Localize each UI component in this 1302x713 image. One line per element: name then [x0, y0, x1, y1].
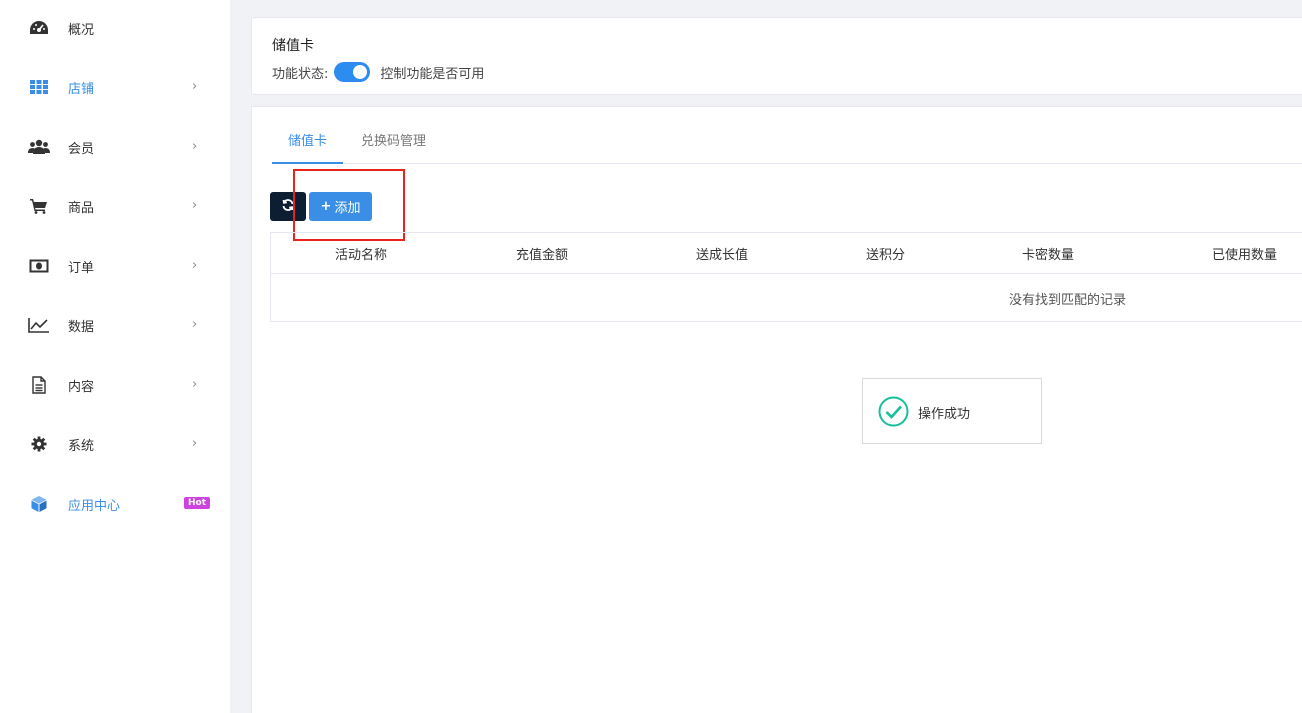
- feature-status-card: 储值卡 功能状态: 控制功能是否可用: [251, 17, 1302, 95]
- hot-badge: Hot: [184, 497, 211, 509]
- tab-stored-value-card[interactable]: 储值卡: [272, 131, 344, 164]
- gear-icon: [28, 434, 50, 454]
- sidebar-item-members[interactable]: 会员 ›: [0, 132, 230, 162]
- grid-icon: [28, 77, 50, 97]
- tab-bar: 储值卡 兑换码管理: [272, 131, 1302, 164]
- dashboard-icon: [28, 18, 50, 38]
- add-button-label: 添加: [334, 201, 361, 216]
- cart-icon: [28, 196, 50, 216]
- chevron-right-icon: ›: [192, 377, 198, 392]
- sidebar-item-app-center[interactable]: 应用中心 Hot: [0, 489, 230, 519]
- sidebar-item-label: 应用中心: [68, 498, 121, 514]
- sidebar-item-label: 店铺: [68, 81, 95, 97]
- status-row: 功能状态: 控制功能是否可用: [272, 62, 484, 82]
- tab-redeem-code-management[interactable]: 兑换码管理: [345, 131, 442, 164]
- sidebar-item-label: 商品: [68, 200, 95, 216]
- table-header: 活动名称 充值金额 送成长值 送积分 卡密数量 已使用数量: [271, 233, 1302, 274]
- column-header[interactable]: 已使用数量: [1212, 244, 1277, 263]
- sidebar-item-system[interactable]: 系统 ›: [0, 429, 230, 459]
- users-icon: [28, 137, 50, 157]
- toggle-description: 控制功能是否可用: [380, 66, 485, 82]
- sidebar-item-label: 数据: [68, 319, 95, 335]
- add-button[interactable]: + 添加: [309, 192, 372, 221]
- sidebar-item-label: 内容: [68, 379, 95, 395]
- sidebar-item-store[interactable]: 店铺 ›: [0, 72, 230, 102]
- data-table: 活动名称 充值金额 送成长值 送积分 卡密数量 已使用数量 没有找到匹配的记录: [270, 232, 1302, 322]
- column-header[interactable]: 送积分: [866, 244, 905, 263]
- chevron-right-icon: ›: [192, 317, 198, 332]
- chevron-right-icon: ›: [192, 198, 198, 213]
- feature-toggle[interactable]: [334, 62, 371, 82]
- sidebar-item-data[interactable]: 数据 ›: [0, 310, 230, 340]
- empty-message: 没有找到匹配的记录: [1009, 293, 1127, 308]
- sidebar-item-content[interactable]: 内容 ›: [0, 370, 230, 400]
- toast-message: 操作成功: [918, 407, 971, 422]
- money-icon: [28, 256, 50, 276]
- toggle-knob: [353, 65, 368, 79]
- refresh-icon: [282, 198, 294, 215]
- cube-icon: [28, 494, 50, 514]
- plus-icon: +: [320, 199, 332, 214]
- chevron-right-icon: ›: [192, 79, 198, 94]
- chevron-right-icon: ›: [192, 139, 198, 154]
- sidebar-item-label: 订单: [68, 260, 95, 276]
- success-toast: 操作成功: [862, 378, 1042, 444]
- line-chart-icon: [28, 315, 50, 335]
- page-title: 储值卡: [272, 38, 314, 54]
- chevron-right-icon: ›: [192, 436, 198, 451]
- column-header[interactable]: 卡密数量: [1022, 244, 1074, 263]
- status-label: 功能状态:: [272, 66, 329, 82]
- sidebar-item-label: 会员: [68, 141, 95, 157]
- sidebar-item-label: 概况: [68, 22, 95, 38]
- sidebar-item-goods[interactable]: 商品 ›: [0, 191, 230, 221]
- sidebar-item-label: 系统: [68, 438, 95, 454]
- document-icon: [28, 375, 50, 395]
- sidebar-item-overview[interactable]: 概况: [0, 13, 230, 43]
- chevron-right-icon: ›: [192, 258, 198, 273]
- column-header[interactable]: 送成长值: [696, 244, 748, 263]
- column-header[interactable]: 活动名称: [335, 244, 387, 263]
- sidebar-item-orders[interactable]: 订单 ›: [0, 251, 230, 281]
- table-empty-row: 没有找到匹配的记录: [271, 274, 1302, 322]
- column-header[interactable]: 充值金额: [516, 244, 568, 263]
- sidebar: 概况 店铺 › 会员 › 商品 › 订单 › 数据 › 内容 › 系统 › 应用…: [0, 0, 230, 713]
- refresh-button[interactable]: [270, 192, 306, 221]
- main-card: 储值卡 兑换码管理 + 添加 活动名称 充值金额 送成长值 送积分 卡密数量 已…: [251, 106, 1302, 713]
- check-circle-icon: [878, 396, 909, 427]
